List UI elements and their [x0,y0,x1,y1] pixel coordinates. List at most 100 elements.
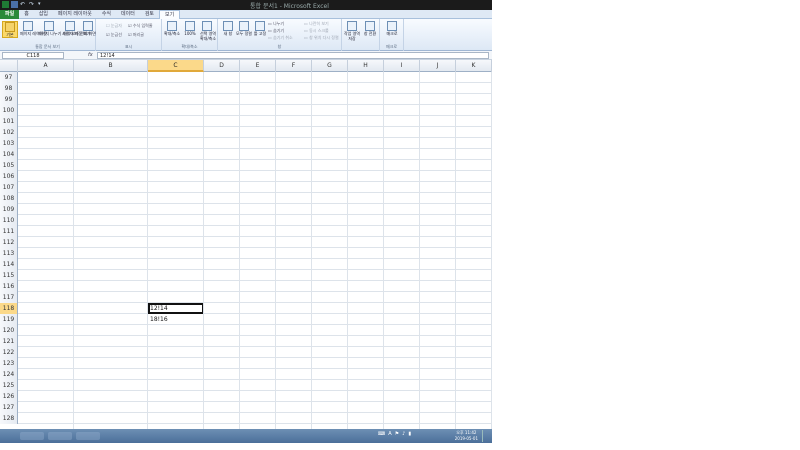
row-header[interactable]: 105 [0,160,18,171]
row-header[interactable]: 100 [0,105,18,116]
column-header-f[interactable]: F [276,60,312,72]
row-header[interactable]: 108 [0,193,18,204]
column-header-d[interactable]: D [204,60,240,72]
headings-checkbox[interactable]: ☑ 머리글 [128,32,144,38]
taskbar-clock[interactable]: 오후 11:42 2019-05-01 [455,430,478,442]
row-header[interactable]: 121 [0,336,18,347]
column-header-c[interactable]: C [148,60,204,72]
ribbon-tab-6[interactable]: 검토 [140,10,159,19]
row-header[interactable]: 103 [0,138,18,149]
row-header[interactable]: 126 [0,391,18,402]
row-header[interactable]: 118 [0,303,18,314]
freeze-panes-button[interactable]: 틀 고정 [252,21,268,36]
zoom-selection-button[interactable]: 선택 영역 확대/축소 [199,21,216,41]
row-header[interactable]: 127 [0,402,18,413]
row-header[interactable]: 115 [0,270,18,281]
ribbon-tab-4[interactable]: 수식 [97,10,116,19]
row-header[interactable]: 113 [0,248,18,259]
row-header[interactable]: 119 [0,314,18,325]
row-header[interactable]: 97 [0,72,18,83]
arrange-all-button[interactable]: 모두 정렬 [236,21,252,36]
normal-view-button[interactable]: 기본 [2,21,18,38]
column-header-e[interactable]: E [240,60,276,72]
freeze-panes-icon [255,21,265,31]
page-break-preview-button[interactable]: 페이지 나누기 미리 보기 [38,21,79,36]
row-header[interactable]: 114 [0,259,18,270]
full-screen-button[interactable]: 전체 화면 [80,21,96,36]
row-header[interactable]: 124 [0,369,18,380]
column-header-g[interactable]: G [312,60,348,72]
name-box[interactable]: C118 [2,52,64,59]
save-icon[interactable] [11,1,18,8]
row-header[interactable]: 98 [0,83,18,94]
ribbon-tab-2[interactable]: 삽입 [34,10,53,19]
show-desktop-button[interactable] [482,430,490,442]
active-cell[interactable]: 12!14 [148,303,204,314]
row-header[interactable]: 99 [0,94,18,105]
hide-button[interactable]: ▭ 숨기기 [268,28,284,34]
row-header[interactable]: 112 [0,237,18,248]
reset-window-position-button[interactable]: ▭ 창 위치 다시 정렬 [304,35,339,41]
page-layout-view-button[interactable]: 페이지 레이아웃 [20,21,47,36]
side-by-side-button[interactable]: ▭ 나란히 보기 [304,21,329,27]
switch-windows-button[interactable]: 창 전환 [362,21,378,36]
select-all-corner[interactable] [0,60,18,72]
row-header[interactable]: 109 [0,204,18,215]
customize-qat-icon[interactable]: ▾ [38,1,45,8]
row-header[interactable]: 125 [0,380,18,391]
row-header[interactable]: 116 [0,281,18,292]
row-header[interactable]: 111 [0,226,18,237]
network-icon[interactable]: ▮ [408,431,411,437]
column-header-b[interactable]: B [74,60,148,72]
redo-icon[interactable]: ↷ [29,1,36,8]
column-header-k[interactable]: K [456,60,492,72]
row-header[interactable]: 122 [0,347,18,358]
zoom-100-icon [185,21,195,31]
column-header-h[interactable]: H [348,60,384,72]
ruler-checkbox[interactable]: ☐ 눈금자 [106,23,122,29]
sync-scroll-button[interactable]: ▭ 동시 스크롤 [304,28,329,34]
taskbar-app-3[interactable] [76,432,100,440]
formula-bar-checkbox[interactable]: ☑ 수식 입력줄 [128,23,153,29]
gridlines-checkbox[interactable]: ☑ 눈금선 [106,32,122,38]
formula-input[interactable]: 12!14 [97,52,489,59]
insert-function-icon[interactable]: fx [88,52,93,58]
custom-views-button[interactable]: 사용자 지정 보기 [62,21,90,36]
column-header-j[interactable]: J [420,60,456,72]
normal-view-icon [5,22,15,32]
column-header-i[interactable]: I [384,60,420,72]
ribbon-tab-0[interactable]: 파일 [0,10,20,19]
row-header[interactable]: 123 [0,358,18,369]
row-header[interactable]: 104 [0,149,18,160]
unhide-button[interactable]: ▭ 숨기기 취소 [268,35,293,41]
macros-button[interactable]: 매크로 [384,21,400,36]
row-header[interactable]: 102 [0,127,18,138]
column-headers: ABCDEFGHIJK [0,60,492,72]
language-a-icon[interactable]: A [388,431,391,437]
row-header[interactable]: 117 [0,292,18,303]
ribbon-tab-7[interactable]: 보기 [159,10,181,19]
ribbon-tab-1[interactable]: 홈 [19,10,34,19]
zoom-100-button[interactable]: 100% [182,21,198,36]
cell[interactable]: 18!16 [148,314,204,325]
ribbon-tab-3[interactable]: 페이지 레이아웃 [53,10,97,19]
grid-column-line [347,72,348,429]
row-header[interactable]: 101 [0,116,18,127]
row-header[interactable]: 106 [0,171,18,182]
keyboard-icon[interactable]: ⌨ [378,431,385,437]
row-header[interactable]: 128 [0,413,18,424]
new-window-button[interactable]: 새 창 [220,21,236,36]
column-header-a[interactable]: A [18,60,74,72]
volume-icon[interactable]: ♪ [402,431,405,437]
ribbon-tab-5[interactable]: 데이터 [116,10,140,19]
taskbar-app-2[interactable] [48,432,72,440]
row-header[interactable]: 107 [0,182,18,193]
taskbar-app-1[interactable] [20,432,44,440]
zoom-button[interactable]: 확대/축소 [164,21,180,36]
row-header[interactable]: 110 [0,215,18,226]
row-header[interactable]: 120 [0,325,18,336]
undo-icon[interactable]: ↶ [20,1,27,8]
split-button[interactable]: ▭ 나누기 [268,21,284,27]
flag-icon[interactable]: ⚑ [395,431,399,437]
save-workspace-button[interactable]: 작업 영역 저장 [344,21,360,41]
